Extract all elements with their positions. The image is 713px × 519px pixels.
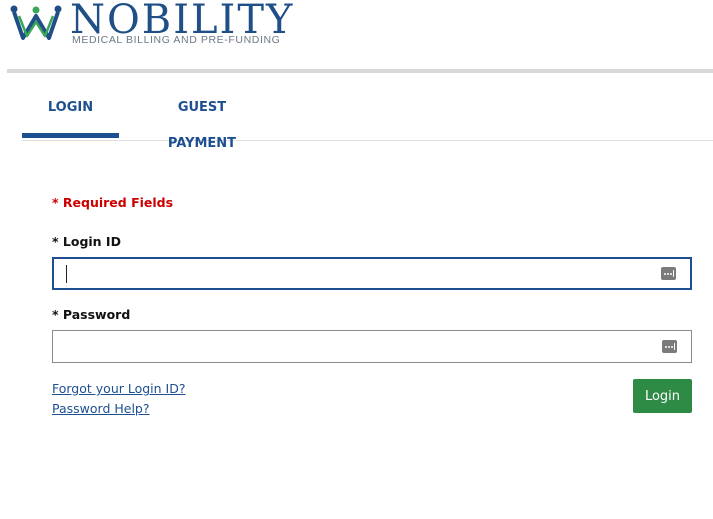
- login-id-input[interactable]: [54, 259, 644, 288]
- password-field[interactable]: [52, 330, 692, 363]
- password-manager-key-icon[interactable]: [661, 267, 676, 280]
- tab-guest-payment[interactable]: GUEST PAYMENT: [146, 90, 258, 151]
- password-label: * Password: [52, 307, 131, 322]
- crown-w-logo-icon: [10, 5, 62, 40]
- password-input[interactable]: [53, 331, 643, 362]
- login-id-field[interactable]: [52, 257, 692, 290]
- text-cursor: [66, 265, 67, 283]
- login-button[interactable]: Login: [633, 379, 692, 413]
- auth-tabs: LOGIN GUEST PAYMENT: [22, 90, 713, 151]
- login-id-label: * Login ID: [52, 234, 121, 249]
- header-divider: [7, 69, 713, 73]
- tab-login[interactable]: LOGIN: [22, 90, 119, 138]
- brand-tagline: MEDICAL BILLING AND PRE-FUNDING: [72, 34, 281, 46]
- password-manager-key-icon[interactable]: [662, 340, 677, 353]
- forgot-login-id-link[interactable]: Forgot your Login ID?: [52, 381, 186, 396]
- site-header: NOBILITY MEDICAL BILLING AND PRE-FUNDING: [0, 0, 713, 73]
- required-fields-note: * Required Fields: [52, 195, 174, 210]
- password-help-link[interactable]: Password Help?: [52, 401, 150, 416]
